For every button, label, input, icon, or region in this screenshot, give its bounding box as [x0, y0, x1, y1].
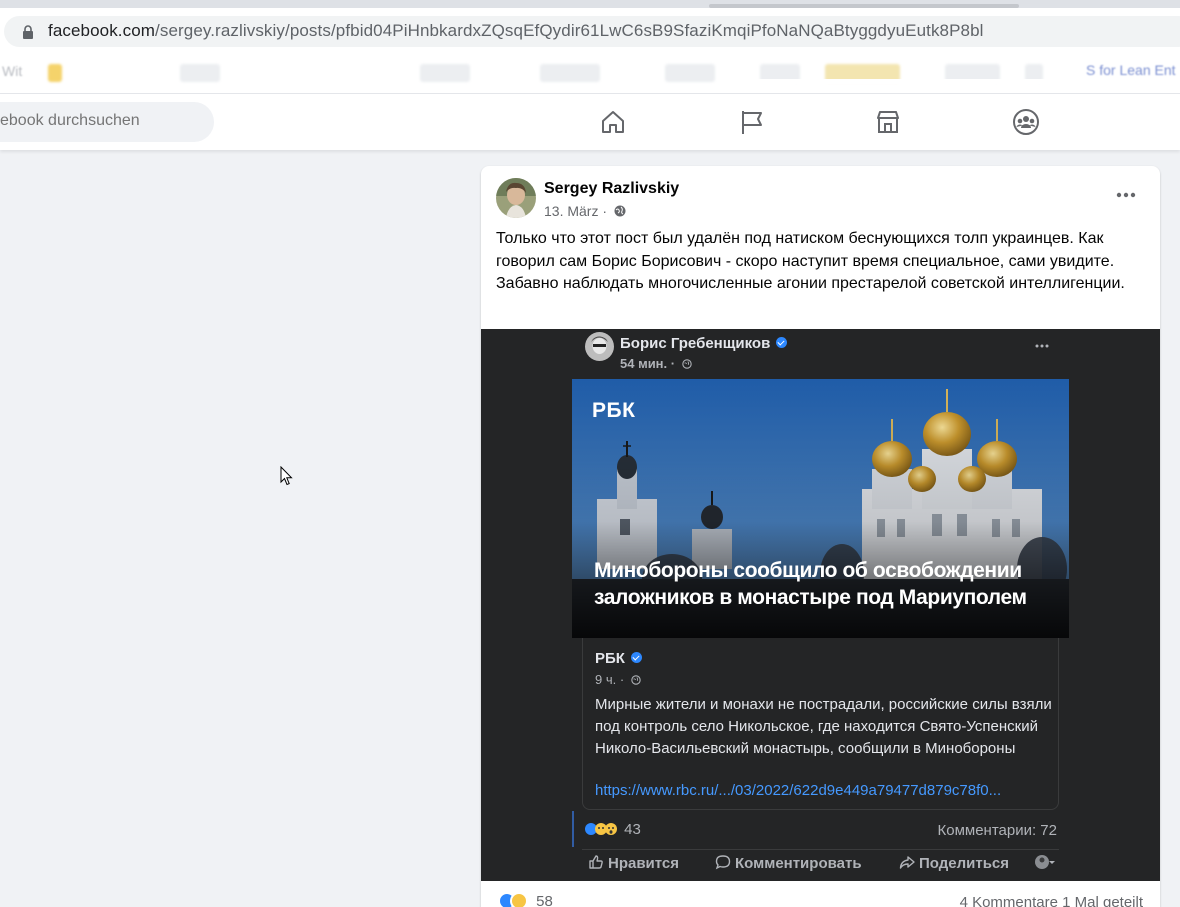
embedded-author-label: Борис Гребенщиков — [620, 335, 771, 352]
post-reactions[interactable]: 58 — [498, 892, 553, 907]
pages-flag-icon[interactable] — [738, 108, 766, 136]
rbk-logo: РБК — [592, 399, 636, 422]
quoted-post: РБК 9 ч. · Мирные жители и монахи не пос… — [582, 638, 1059, 810]
globe-icon — [631, 675, 641, 685]
embedded-comment-count: Комментарии: 72 — [937, 822, 1058, 839]
marketplace-icon[interactable] — [874, 108, 902, 136]
url-host: facebook.com — [48, 21, 156, 40]
verified-badge-icon — [776, 337, 788, 348]
divider — [572, 811, 574, 847]
url-path: /sergey.razlivskiy/posts/pfbid04PiHnbkar… — [155, 21, 984, 40]
post-engagement-counts[interactable]: 4 Kommentare 1 Mal geteilt — [960, 894, 1143, 907]
divider — [582, 849, 1059, 850]
embedded-more-icon — [1035, 344, 1049, 348]
haha-reaction-icon — [510, 892, 528, 907]
post-date[interactable]: 13. März · — [544, 203, 607, 219]
quoted-author-label: РБК — [595, 650, 625, 667]
bookmark-item[interactable] — [420, 64, 470, 82]
avatar-dropdown-icon — [1035, 855, 1055, 869]
embedded-post: Борис Гребенщиков 54 мин. · РБК Миноборо… — [572, 329, 1069, 881]
quoted-meta: 9 ч. · — [595, 672, 641, 687]
post-meta: 13. März · — [544, 203, 626, 219]
more-options-icon[interactable] — [1113, 186, 1139, 204]
bookmark-item[interactable]: S for Lean Ent — [1086, 62, 1176, 78]
share-icon — [899, 856, 915, 869]
embedded-like-action: Нравится — [588, 854, 679, 872]
embedded-comment-action: Комментировать — [715, 854, 862, 872]
header-highlight — [751, 79, 1081, 84]
address-bar[interactable]: facebook.com/sergey.razlivskiy/posts/pfb… — [4, 16, 1180, 47]
facebook-top-bar — [0, 79, 1180, 150]
embedded-meta: 54 мин. · — [620, 356, 692, 371]
post-text: Только что этот пост был удалён под нати… — [496, 230, 1125, 292]
embedded-time: 54 мин. · — [620, 356, 676, 371]
globe-icon — [682, 359, 692, 369]
embedded-reactions: 43 — [584, 821, 641, 838]
like-label: Нравится — [608, 855, 680, 872]
post-card: Sergey Razlivskiy 13. März · Только что … — [481, 166, 1160, 907]
browser-tab-strip — [0, 0, 1180, 8]
embedded-audience-selector — [1034, 854, 1060, 872]
quoted-link: https://www.rbc.ru/.../03/2022/622d9e449… — [595, 782, 1002, 799]
verified-badge-icon — [630, 652, 642, 663]
comment-label: Комментировать — [735, 855, 862, 872]
embedded-author-name: Борис Гребенщиков — [620, 335, 788, 352]
globe-icon — [614, 205, 626, 217]
bookmarks-bar: Wit S for Lean Ent — [0, 54, 1180, 94]
embedded-screenshot[interactable]: Борис Гребенщиков 54 мин. · РБК Миноборо… — [481, 329, 1160, 881]
comment-icon — [715, 855, 731, 870]
thumbs-up-icon — [589, 855, 603, 869]
reaction-icons — [585, 823, 617, 835]
news-headline: Минобороны сообщило об освобождении зало… — [594, 559, 1027, 609]
bookmark-item[interactable] — [665, 64, 715, 82]
quoted-author: РБК — [595, 650, 642, 667]
bookmark-item[interactable] — [48, 64, 62, 82]
news-image: РБК Минобороны сообщило об освобождении … — [572, 379, 1069, 638]
search-input[interactable] — [0, 112, 200, 130]
lock-icon[interactable] — [22, 25, 34, 39]
embedded-author-avatar — [585, 332, 614, 361]
bookmark-item[interactable] — [180, 64, 220, 82]
embedded-reaction-count: 43 — [624, 821, 641, 838]
home-icon[interactable] — [599, 108, 627, 136]
search-box[interactable] — [0, 102, 214, 142]
quoted-text: Мирные жители и монахи не пострадали, ро… — [595, 696, 1052, 757]
browser-toolbar: facebook.com/sergey.razlivskiy/posts/pfb… — [0, 8, 1180, 54]
post-reaction-count: 58 — [536, 893, 553, 907]
post-author-name[interactable]: Sergey Razlivskiy — [544, 180, 679, 198]
groups-icon[interactable] — [1012, 108, 1040, 136]
mouse-cursor-icon — [280, 466, 293, 486]
bookmark-item[interactable] — [540, 64, 600, 82]
url-text[interactable]: facebook.com/sergey.razlivskiy/posts/pfb… — [48, 21, 984, 41]
quoted-time: 9 ч. · — [595, 672, 625, 687]
author-avatar[interactable] — [496, 178, 536, 218]
embedded-share-action: Поделиться — [899, 854, 1009, 872]
share-label: Поделиться — [919, 855, 1010, 872]
bookmark-item[interactable]: Wit — [2, 63, 22, 79]
